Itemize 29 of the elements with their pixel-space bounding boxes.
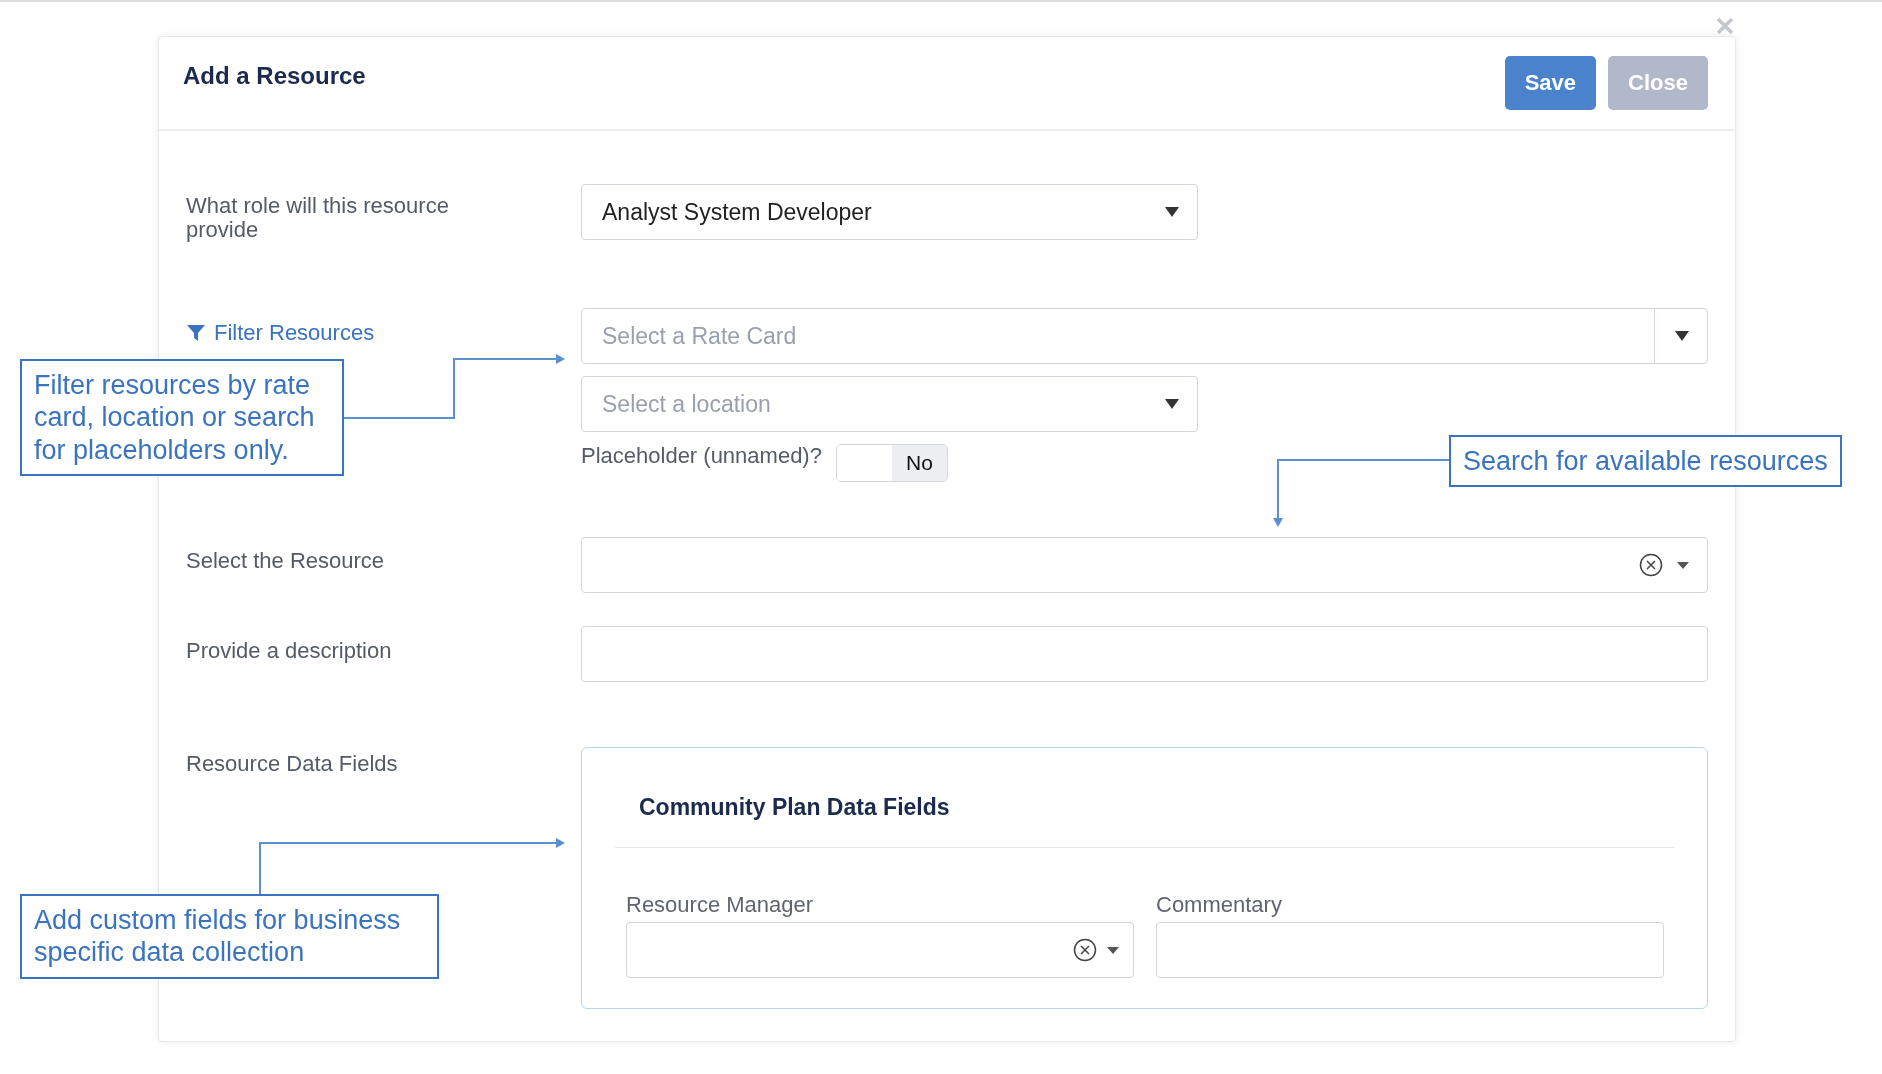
dialog-title: Add a Resource xyxy=(183,62,366,90)
toggle-label: Placeholder (unnamed)? xyxy=(581,444,822,469)
caret-icon xyxy=(1107,946,1119,954)
caret-icon xyxy=(1165,399,1179,410)
close-icon[interactable] xyxy=(1715,16,1735,36)
field-label: Select the Resource xyxy=(186,549,385,574)
role-dropdown[interactable]: Analyst System Developer xyxy=(581,184,1198,240)
placeholder-toggle[interactable]: No xyxy=(835,444,948,483)
location-dropdown[interactable]: Select a location xyxy=(581,376,1198,433)
field-label: Resource Data Fields xyxy=(186,752,398,777)
group-title: Community Plan Data Fields xyxy=(615,748,1674,849)
rate-card-dropdown[interactable]: Select a Rate Card xyxy=(581,308,1708,365)
save-button[interactable]: Save xyxy=(1504,56,1597,110)
filter-resources-link[interactable]: Filter Resources xyxy=(186,320,375,347)
caret-icon xyxy=(1165,207,1179,217)
clear-icon[interactable] xyxy=(1073,938,1097,963)
commentary-field[interactable] xyxy=(1156,922,1664,979)
callout-note: Add custom fields for business specific data collection xyxy=(20,894,439,979)
description-field[interactable] xyxy=(581,626,1708,683)
field-label: What role will this resource provide xyxy=(186,194,450,243)
field-label: Provide a description xyxy=(186,639,392,664)
callout-note: Filter resources by rate card, location or search for placeholders only. xyxy=(20,359,344,477)
clear-icon[interactable] xyxy=(1639,553,1663,578)
caret-icon xyxy=(1677,561,1689,569)
field-label: Resource Manager xyxy=(626,892,815,919)
field-label: Commentary xyxy=(1156,892,1283,919)
filter-icon xyxy=(186,323,206,344)
caret-icon xyxy=(1675,331,1689,342)
callout-note: Search for available resources xyxy=(1449,435,1842,488)
